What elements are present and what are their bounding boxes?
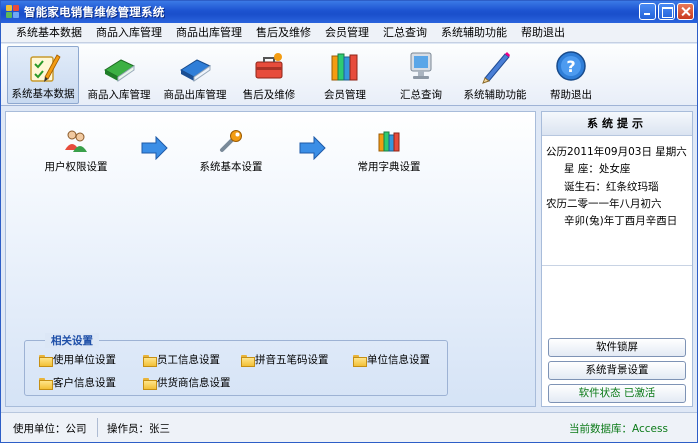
folder-icon [39,377,53,390]
toolbar-members[interactable]: 会员管理 [317,46,373,104]
arrow-right-icon [141,136,168,160]
status-unit: 使用单位：公司 [13,423,87,435]
dictionary-setting[interactable]: 常用字典设置 [354,128,424,174]
system-tips-panel: 系统提示 公历2011年09月03日 星期六 星 座：处女座 诞生石：红条纹玛瑙… [541,111,693,407]
menu-members[interactable]: 会员管理 [320,24,374,42]
menu-summary-query[interactable]: 汇总查询 [378,24,432,42]
system-basic-setting[interactable]: 系统基本设置 [196,128,266,174]
app-logo-icon [6,5,20,19]
menu-after-sales[interactable]: 售后及维修 [251,24,316,42]
birthstone: 诞生石：红条纹玛瑙 [564,180,659,193]
solar-date: 公历2011年09月03日 星期六 [546,146,687,158]
pencil-icon [482,52,510,84]
software-status-button[interactable]: 软件状态 已激活 [548,384,686,403]
link-label: 使用单位设置 [53,354,116,366]
link-unit-info-setting[interactable]: 单位信息设置 [353,352,430,367]
menu-goods-inbound[interactable]: 商品入库管理 [91,24,167,42]
menu-system-basic-data[interactable]: 系统基本数据 [11,24,87,42]
link-label: 供货商信息设置 [157,377,231,389]
arrow-right-icon [299,136,326,160]
background-setting-button[interactable]: 系统背景设置 [548,361,686,380]
link-supplier-setting[interactable]: 供货商信息设置 [143,375,231,390]
status-bar: 使用单位：公司 操作员：张三 当前数据库：Access [1,412,697,442]
lock-screen-button[interactable]: 软件锁屏 [548,338,686,357]
blue-book-icon [180,59,212,82]
main-panel: 用户权限设置 系统基本设置 常用字典设置 相关设置 使用单位设置 员工信息设置 … [5,111,536,407]
divider [97,418,98,437]
toolbar-label: 商品出库管理 [163,89,227,101]
folder-icon [353,354,367,367]
folder-icon [143,377,157,390]
toolbar-system-basic-data[interactable]: 系统基本数据 [7,46,79,104]
toolbar-help-exit[interactable]: ? 帮助退出 [541,46,601,104]
related-settings-title: 相关设置 [45,333,99,348]
flow-label: 系统基本设置 [199,161,263,173]
toolbar-label: 汇总查询 [400,89,442,101]
toolbar: 系统基本数据 商品入库管理 商品出库管理 售后及维修 会员管理 汇总查询 系统辅… [1,44,697,106]
books-icon [331,53,358,81]
menu-help-exit[interactable]: 帮助退出 [516,24,570,42]
menu-system-tools[interactable]: 系统辅助功能 [436,24,512,42]
menu-bar: 系统基本数据 商品入库管理 商品出库管理 售后及维修 会员管理 汇总查询 系统辅… [1,23,697,43]
status-operator: 操作员：张三 [107,423,170,435]
toolbar-label: 会员管理 [324,89,366,101]
toolbar-label: 帮助退出 [550,89,592,101]
users-icon [65,130,87,152]
user-permission-setting[interactable]: 用户权限设置 [42,128,110,174]
link-employee-setting[interactable]: 员工信息设置 [143,352,220,367]
zodiac-sign: 星 座：处女座 [564,163,631,176]
menu-goods-outbound[interactable]: 商品出库管理 [171,24,247,42]
lunar-date: 农历二零一一年八月初六 [546,197,662,210]
wrench-icon [220,130,242,152]
flow-label: 用户权限设置 [44,161,108,173]
toolbar-goods-inbound[interactable]: 商品入库管理 [85,46,153,104]
status-database: 当前数据库：Access [569,423,668,435]
link-label: 客户信息设置 [53,377,116,389]
calendar-info: 公历2011年09月03日 星期六 星 座：处女座 诞生石：红条纹玛瑙 农历二零… [542,136,692,230]
maximize-button[interactable] [658,3,675,20]
dictionary-icon [378,131,400,152]
close-button[interactable] [677,3,694,20]
link-label: 拼音五笔码设置 [255,354,329,366]
toolbar-system-tools[interactable]: 系统辅助功能 [459,46,531,104]
link-label: 员工信息设置 [157,354,220,366]
toolbar-summary-query[interactable]: 汇总查询 [393,46,449,104]
link-pinyin-wubi-setting[interactable]: 拼音五笔码设置 [241,352,329,367]
link-customer-setting[interactable]: 客户信息设置 [39,375,116,390]
window-title: 智能家电销售维修管理系统 [24,5,165,19]
link-label: 单位信息设置 [367,354,430,366]
link-unit-setting[interactable]: 使用单位设置 [39,352,116,367]
toolbar-after-sales[interactable]: 售后及维修 [237,46,301,104]
flow-label: 常用字典设置 [357,161,421,173]
toolbar-label: 商品入库管理 [87,89,151,101]
svg-text:?: ? [566,57,575,76]
help-icon: ? [556,51,586,81]
folder-icon [143,354,157,367]
divider [542,265,692,266]
toolbar-label: 系统基本数据 [11,88,75,100]
minimize-button[interactable] [639,3,656,20]
toolbar-goods-outbound[interactable]: 商品出库管理 [161,46,229,104]
app-window: 智能家电销售维修管理系统 系统基本数据 商品入库管理 商品出库管理 售后及维修 … [0,0,698,443]
folder-icon [39,354,53,367]
monitor-icon [410,52,432,79]
green-book-icon [104,59,136,82]
related-settings-group: 相关设置 使用单位设置 员工信息设置 拼音五笔码设置 单位信息设置 客户信息设置 [24,333,448,396]
ganzhi-date: 辛卯(兔)年丁酉月辛酉日 [564,215,678,228]
toolbar-label: 售后及维修 [242,89,296,101]
title-bar: 智能家电销售维修管理系统 [1,1,697,23]
folder-icon [241,354,255,367]
checklist-pencil-icon [30,54,61,82]
toolbox-icon [255,53,283,79]
toolbar-label: 系统辅助功能 [463,89,527,101]
window-controls [639,3,694,20]
panel-title: 系统提示 [542,112,692,136]
